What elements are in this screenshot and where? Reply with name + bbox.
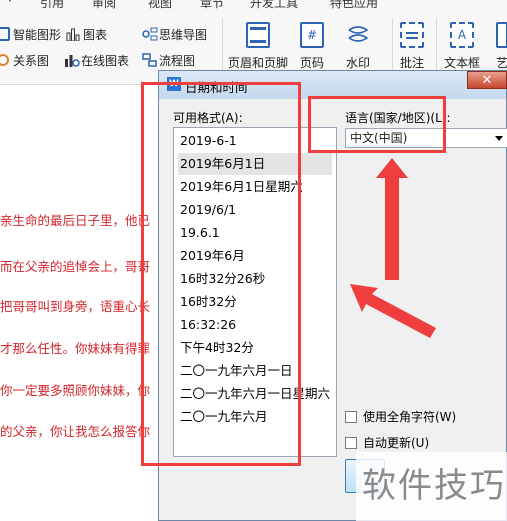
arrow-up-icon xyxy=(376,158,408,280)
site-watermark: 软件技巧 xyxy=(356,452,507,521)
arrow-diagonal-icon xyxy=(350,284,436,338)
annotation-arrows xyxy=(350,158,436,338)
